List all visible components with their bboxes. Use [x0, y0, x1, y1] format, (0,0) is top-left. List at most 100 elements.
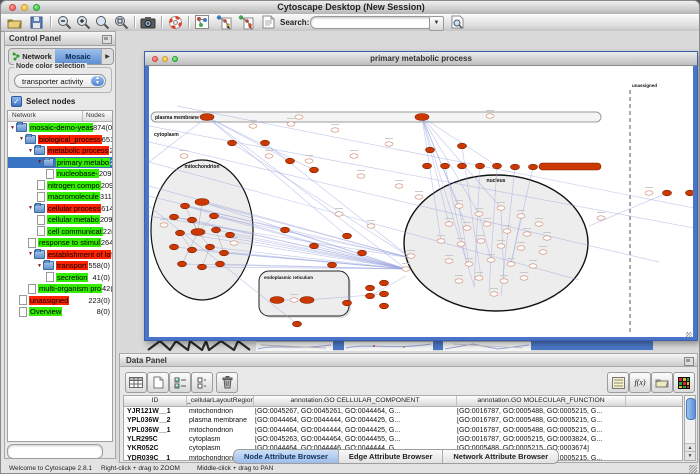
modify-view-icon[interactable]: [236, 14, 255, 30]
expander-icon[interactable]: ▼: [10, 125, 15, 131]
network-node-unselected[interactable]: [520, 276, 528, 280]
network-node-selected[interactable]: [228, 140, 237, 146]
unselect-attributes-icon[interactable]: [191, 372, 213, 393]
network-node-selected[interactable]: [176, 230, 185, 236]
network-node-selected[interactable]: [426, 147, 435, 153]
float-panel-icon[interactable]: [684, 357, 694, 366]
network-node-unselected[interactable]: [357, 174, 365, 178]
table-cell[interactable]: [GO:0016787, GO:0005488, GO:0005215, G..…: [454, 408, 622, 415]
network-node-unselected[interactable]: [160, 223, 168, 227]
network-node-selected[interactable]: [200, 114, 214, 121]
delete-attribute-icon[interactable]: [216, 372, 238, 393]
network-node-selected[interactable]: [458, 163, 467, 169]
network-node-selected[interactable]: [511, 164, 520, 170]
network-node-unselected[interactable]: [497, 206, 505, 210]
network-node-unselected[interactable]: [539, 250, 547, 254]
network-node-selected[interactable]: [220, 250, 229, 256]
network-node-unselected[interactable]: [455, 204, 463, 208]
new-attribute-icon[interactable]: [147, 372, 169, 393]
snapshot-camera-icon[interactable]: [138, 14, 157, 30]
network-node-selected[interactable]: [212, 227, 221, 233]
network-node-selected[interactable]: [188, 217, 197, 223]
network-node-unselected[interactable]: [645, 191, 653, 195]
network-node-unselected[interactable]: [529, 264, 537, 268]
select-attributes-icon[interactable]: [169, 372, 191, 393]
table-cell[interactable]: mitochondrion: [186, 408, 252, 415]
zoom-fit-icon[interactable]: [112, 14, 131, 30]
network-node-unselected[interactable]: [230, 241, 238, 245]
network-node-selected[interactable]: [226, 232, 235, 238]
network-node-selected[interactable]: [380, 291, 389, 297]
network-node-selected[interactable]: [310, 167, 319, 173]
table-cell[interactable]: [GO:0044464, GO:0044444, GO:0044425, G..…: [252, 417, 454, 424]
network-node-selected[interactable]: [458, 143, 467, 149]
network-node-unselected[interactable]: [483, 222, 491, 226]
network-node-unselected[interactable]: [445, 259, 453, 263]
network-node-selected[interactable]: [181, 203, 190, 209]
import-attributes-icon[interactable]: [651, 372, 673, 393]
network-node-unselected[interactable]: [535, 222, 543, 226]
network-node-selected[interactable]: [423, 163, 432, 169]
network-node-unselected[interactable]: [305, 159, 313, 163]
column-header-annotation-go-cellular-component[interactable]: annotation.GO CELLULAR_COMPONENT: [254, 396, 457, 406]
network-node-unselected[interactable]: [249, 124, 257, 128]
table-vertical-scrollbar[interactable]: ▲ ▼: [684, 395, 696, 461]
table-cell[interactable]: YDR039C__1: [124, 455, 186, 461]
network-node-unselected[interactable]: [287, 122, 295, 126]
network-node-unselected[interactable]: [465, 262, 473, 266]
network-node-selected[interactable]: [343, 300, 352, 306]
network-node-unselected[interactable]: [523, 232, 531, 236]
tree-column-divider[interactable]: [82, 111, 83, 121]
network-node-selected[interactable]: [366, 293, 375, 299]
table-cell[interactable]: [GO:0016787, GO:0005488, GO:0005215, G..…: [454, 417, 622, 424]
network-node-selected[interactable]: [206, 244, 215, 250]
scrollbar-thumb[interactable]: [686, 398, 696, 420]
zoom-selected-icon[interactable]: [93, 14, 112, 30]
network-node-unselected[interactable]: [475, 276, 483, 280]
expander-icon[interactable]: ▼: [28, 205, 33, 211]
network-node-selected[interactable]: [191, 229, 205, 236]
network-node-selected[interactable]: [286, 158, 295, 164]
table-cell[interactable]: [GO:0045267, GO:0045261, GO:0044464, G..…: [252, 408, 454, 415]
open-icon[interactable]: [5, 14, 24, 30]
tree-row-primary-metabo[interactable]: ▼primary metabo209(...: [8, 157, 112, 169]
network-node-unselected[interactable]: [385, 142, 393, 146]
expander-icon[interactable]: ▼: [37, 263, 42, 269]
table-cell[interactable]: YPL036W__1: [124, 427, 186, 434]
expander-icon[interactable]: ▼: [28, 148, 33, 154]
network-node-unselected[interactable]: [367, 224, 375, 228]
network-node-selected[interactable]: [343, 233, 352, 239]
table-cell[interactable]: [GO:0044464, GO:0044444, GO:0044425, G..…: [252, 427, 454, 434]
table-cell[interactable]: mitochondrion: [186, 427, 252, 434]
tree-row-unassigned[interactable]: unassigned223(0): [8, 295, 112, 307]
network-node-unselected[interactable]: [517, 214, 525, 218]
attribute-table-icon[interactable]: [125, 372, 147, 393]
search-input[interactable]: [310, 16, 434, 29]
network-node-selected[interactable]: [686, 190, 694, 196]
tree-row-transport[interactable]: ▼transport558(0): [8, 260, 112, 272]
network-node-unselected[interactable]: [290, 298, 298, 302]
table-row-ylr295c[interactable]: YLR295Ccytoplasm[GO:0045263, GO:0044464,…: [124, 435, 682, 444]
network-node-unselected[interactable]: [395, 184, 403, 188]
network-node-unselected[interactable]: [407, 254, 415, 258]
network-node-selected[interactable]: [441, 163, 450, 169]
function-builder-icon[interactable]: f(x): [629, 372, 651, 393]
network-node-selected[interactable]: [380, 280, 389, 286]
node-color-combobox[interactable]: transporter activity ▲▼: [14, 74, 106, 88]
network-window-titlebar[interactable]: primary metabolic process: [145, 52, 697, 66]
resize-grip-icon[interactable]: [689, 465, 697, 473]
network-node-selected[interactable]: [493, 163, 502, 169]
network-node-unselected[interactable]: [457, 242, 465, 246]
network-node-unselected[interactable]: [437, 239, 445, 243]
network-node-selected[interactable]: [170, 214, 179, 220]
tab-node-attribute-browser[interactable]: Node Attribute Browser: [234, 450, 339, 463]
network-node-unselected[interactable]: [543, 236, 551, 240]
network-node-selected[interactable]: [188, 247, 197, 253]
tree-row-biological-process[interactable]: ▼biological_process651(0): [8, 134, 112, 146]
network-node-selected[interactable]: [366, 285, 375, 291]
network-node-unselected[interactable]: [335, 212, 343, 216]
network-node-selected[interactable]: [300, 297, 314, 304]
network-node-selected[interactable]: [293, 321, 302, 327]
expander-icon[interactable]: ▼: [19, 136, 24, 142]
tree-row-cell-communicat[interactable]: cell communicat22(0): [8, 226, 112, 238]
